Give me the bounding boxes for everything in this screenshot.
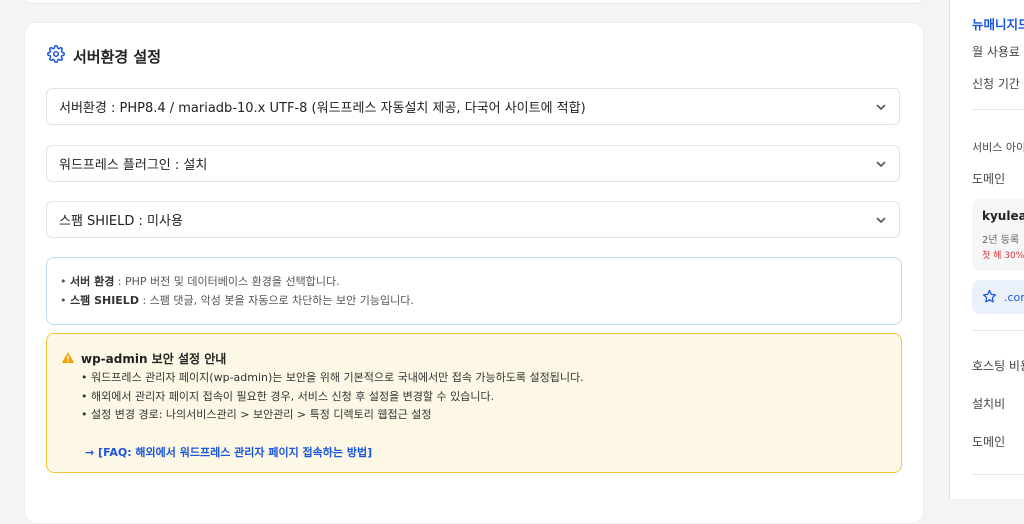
warning-list: • 워드프레스 관리자 페이지(wp-admin)는 보안을 위해 기본적으로 … xyxy=(81,369,584,425)
period-label: 신청 기간 xyxy=(972,77,1020,91)
domain-name: kyulearn xyxy=(982,209,1024,223)
warning-item: • 워드프레스 관리자 페이지(wp-admin)는 보안을 위해 기본적으로 … xyxy=(81,371,584,384)
previous-card xyxy=(24,0,924,4)
server-env-value: 서버환경 : PHP8.4 / mariadb-10.x UTF-8 (워드프레… xyxy=(59,101,586,116)
wp-plugin-select[interactable]: 워드프레스 플러그인 : 설치 xyxy=(46,145,900,182)
spam-shield-value: 스팸 SHIELD : 미사용 xyxy=(59,214,183,229)
chevron-down-icon xyxy=(875,214,887,230)
warning-item: • 설정 변경 경로: 나의서비스관리 > 보안관리 > 특정 디렉토리 웹접근… xyxy=(81,408,432,421)
star-icon xyxy=(982,289,997,308)
warning-item: • 해외에서 관리자 페이지 접속이 필요한 경우, 서비스 신청 후 설정을 … xyxy=(81,389,495,403)
divider xyxy=(972,330,1024,331)
faq-link[interactable]: → [FAQ: 해외에서 워드프레스 관리자 페이지 접속하는 방법] xyxy=(85,444,372,460)
product-name: 뉴매니지드 xyxy=(972,17,1024,32)
setup-fee-label: 설치비 xyxy=(972,397,1006,411)
com-label: .com xyxy=(1004,291,1024,304)
monthly-fee-label: 월 사용료 xyxy=(972,45,1020,59)
domain-card[interactable]: kyulearn 2년 등록 첫 해 30% xyxy=(972,199,1024,271)
info-line: • 서버 환경 : PHP 버전 및 데이터베이스 환경을 선택합니다. xyxy=(60,275,340,288)
domain-discount: 첫 해 30% xyxy=(982,251,1024,261)
order-summary-sidebar: 뉴매니지드 월 사용료 신청 기간 서비스 아이 도메인 kyulearn 2년… xyxy=(950,0,1024,499)
warning-header: wp-admin 보안 설정 안내 xyxy=(61,350,226,367)
gear-icon xyxy=(47,45,65,67)
divider xyxy=(972,474,1024,475)
section-title: 서버환경 설정 xyxy=(73,47,162,66)
service-label: 서비스 아이 xyxy=(972,141,1024,154)
domain-label: 도메인 xyxy=(972,172,1006,186)
server-settings-card: 서버환경 설정 서버환경 : PHP8.4 / mariadb-10.x UTF… xyxy=(24,22,924,524)
com-domain-chip[interactable]: .com xyxy=(972,280,1024,314)
wp-admin-warning-box: wp-admin 보안 설정 안내 • 워드프레스 관리자 페이지(wp-adm… xyxy=(46,333,902,473)
section-header: 서버환경 설정 xyxy=(47,45,161,67)
wp-plugin-value: 워드프레스 플러그인 : 설치 xyxy=(59,158,208,173)
spam-shield-select[interactable]: 스팸 SHIELD : 미사용 xyxy=(46,201,900,238)
hosting-fee-label: 호스팅 비용 xyxy=(972,359,1024,373)
server-env-select[interactable]: 서버환경 : PHP8.4 / mariadb-10.x UTF-8 (워드프레… xyxy=(46,88,900,125)
info-line: • 스팸 SHIELD : 스팸 댓글, 악성 봇을 자동으로 차단하는 보안 … xyxy=(60,294,414,307)
domain-registration: 2년 등록 xyxy=(982,235,1020,246)
chevron-down-icon xyxy=(875,158,887,174)
warning-icon xyxy=(61,351,75,367)
info-box: • 서버 환경 : PHP 버전 및 데이터베이스 환경을 선택합니다. • 스… xyxy=(46,257,902,325)
chevron-down-icon xyxy=(875,101,887,117)
domain-fee-label: 도메인 xyxy=(972,435,1006,449)
warning-title: wp-admin 보안 설정 안내 xyxy=(81,352,227,366)
divider xyxy=(972,109,1024,110)
